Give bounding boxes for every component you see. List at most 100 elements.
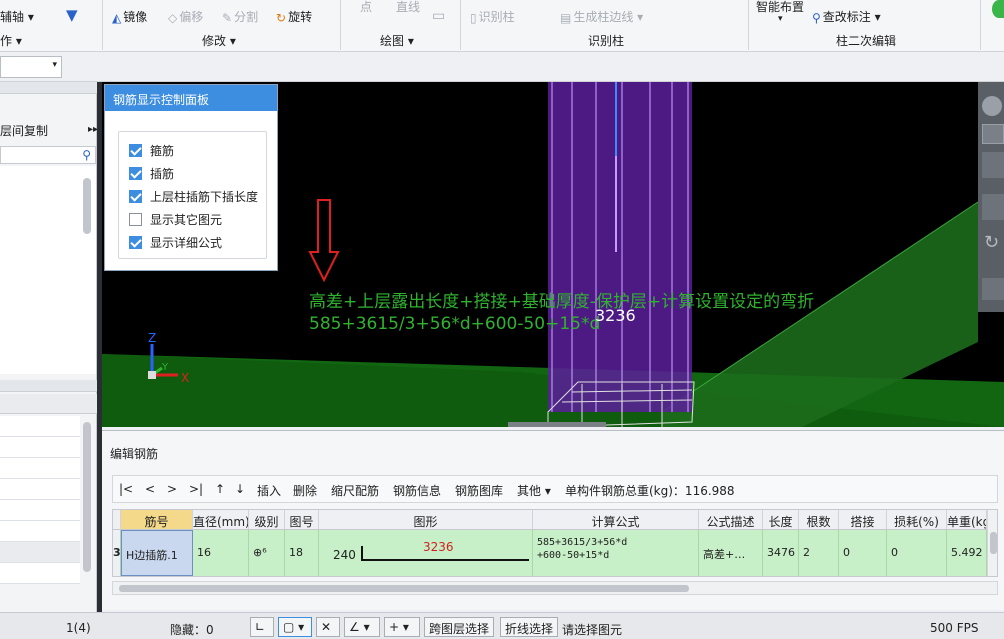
snap-rect-icon[interactable]: ▢ ▾ — [278, 617, 312, 637]
layer-dropdown[interactable]: ▾ — [0, 56, 62, 78]
property-row[interactable] — [0, 563, 80, 584]
smart-layout-button[interactable]: 智能布置 — [756, 0, 804, 15]
2d-view-button[interactable] — [982, 124, 1004, 144]
property-row[interactable] — [0, 542, 80, 563]
formula-text: 高差+上层露出长度+搭接+基础厚度-保护层+计算设置设定的弯折 — [309, 292, 814, 312]
checkbox[interactable] — [129, 236, 142, 249]
viewport-resize-handle[interactable] — [508, 422, 606, 427]
delete-button[interactable]: 删除 — [293, 482, 317, 499]
checkbox[interactable] — [129, 213, 142, 226]
line-button[interactable]: 直线 — [396, 0, 420, 15]
scale-rebar-button[interactable]: 缩尺配筋 — [331, 482, 379, 499]
column-header[interactable]: 图号 — [285, 510, 319, 530]
property-row[interactable] — [0, 416, 80, 437]
edit-rebar-toolbar: |< < > >| ↑ ↓ 插入 删除 缩尺配筋 钢筋信息 钢筋图库 其他 ▾ … — [112, 475, 998, 503]
scrollbar-thumb[interactable] — [990, 532, 997, 554]
property-row[interactable] — [0, 437, 80, 458]
option-show-detailed-formula[interactable]: 显示详细公式 — [129, 234, 222, 252]
page-indicator: 1(4) — [66, 621, 91, 635]
rotate-icon[interactable]: ↻ — [984, 232, 999, 253]
scrollbar-thumb[interactable] — [119, 585, 689, 592]
angle-icon[interactable]: ∠ ▾ — [344, 617, 380, 637]
shape-bar — [361, 559, 529, 561]
cell-description[interactable]: 高差+… — [699, 530, 763, 576]
property-row[interactable] — [0, 500, 80, 521]
point-button[interactable]: 点 — [360, 0, 372, 15]
aux-axis-button[interactable]: 辅轴 ▾ — [0, 8, 34, 25]
draw-group-label[interactable]: 绘图 ▾ — [380, 32, 414, 49]
cell-shape[interactable]: 240 3236 — [319, 530, 533, 576]
cell-name[interactable]: H边插筋.1 — [121, 530, 193, 576]
column-header[interactable]: 根数 — [799, 510, 839, 530]
other-menu[interactable]: 其他 ▾ — [517, 482, 551, 499]
cell-formula[interactable]: 585+3615/3+56*d +600-50+15*d — [533, 530, 699, 576]
property-row[interactable] — [0, 458, 80, 479]
scrollbar-thumb[interactable] — [83, 422, 91, 572]
layer-view-icon[interactable] — [982, 152, 1004, 178]
check-label-button[interactable]: ⚲ 查改标注 ▾ — [812, 8, 881, 25]
scrollbar-thumb[interactable] — [83, 178, 91, 234]
column-header[interactable]: 计算公式 — [533, 510, 699, 530]
user-icon[interactable] — [992, 0, 1004, 18]
horizontal-scrollbar[interactable] — [112, 581, 998, 595]
cell-grade[interactable]: ⊕⁶ — [249, 530, 285, 576]
cell-count[interactable]: 2 — [799, 530, 839, 576]
first-button[interactable]: |< — [119, 482, 133, 496]
prev-button[interactable]: < — [145, 482, 155, 496]
box-view-icon[interactable] — [982, 194, 1004, 220]
column-header[interactable]: 公式描述 — [699, 510, 763, 530]
offset-snap-icon[interactable]: + ▾ — [384, 617, 420, 637]
checkbox[interactable] — [129, 190, 142, 203]
move-up-button[interactable]: ↑ — [215, 482, 225, 496]
mirror-button[interactable]: ◭ 镜像 — [112, 8, 147, 25]
last-button[interactable]: >| — [189, 482, 203, 496]
option-upper-dowel-length[interactable]: 上层柱插筋下插长度 — [129, 188, 258, 206]
cross-floor-select-button[interactable]: 跨图层选择 — [424, 617, 495, 637]
tree-list[interactable] — [0, 166, 96, 374]
option-stirrup[interactable]: 箍筋 — [129, 142, 174, 160]
column-header[interactable]: 搭接 — [839, 510, 887, 530]
copy-between-floors-link[interactable]: 层间复制 — [0, 122, 48, 139]
cell-loss[interactable]: 0 — [887, 530, 947, 576]
rebar-info-button[interactable]: 钢筋信息 — [393, 482, 441, 499]
checkbox[interactable] — [129, 167, 142, 180]
next-button[interactable]: > — [167, 482, 177, 496]
column-header[interactable]: 直径(mm) — [193, 510, 249, 530]
move-down-button[interactable]: ↓ — [235, 482, 245, 496]
column-header[interactable]: 损耗(%) — [887, 510, 947, 530]
cell-diameter[interactable]: 16 — [193, 530, 249, 576]
insert-button[interactable]: 插入 — [257, 482, 281, 499]
offset-button[interactable]: ◇ 偏移 — [168, 8, 203, 25]
column-header[interactable]: 图形 — [319, 510, 533, 530]
chevron-down-icon[interactable]: ▾ — [778, 14, 783, 24]
grid-icon[interactable] — [982, 278, 1004, 300]
property-row[interactable] — [0, 521, 80, 542]
rebar-library-button[interactable]: 钢筋图库 — [455, 482, 503, 499]
split-button[interactable]: ✎ 分割 — [222, 8, 258, 25]
vertical-scrollbar[interactable] — [987, 510, 997, 576]
identify-column-button[interactable]: ▯ 识别柱 — [470, 8, 515, 25]
cell-figure-no[interactable]: 18 — [285, 530, 319, 576]
rotate-button[interactable]: ↻ 旋转 — [276, 8, 312, 25]
checkbox[interactable] — [129, 144, 142, 157]
option-dowel[interactable]: 插筋 — [129, 165, 174, 183]
modify-group-label[interactable]: 修改 ▾ — [202, 32, 236, 49]
cell-length[interactable]: 3476 — [763, 530, 799, 576]
search-input[interactable]: ⚲ — [0, 146, 96, 164]
column-header[interactable]: 长度 — [763, 510, 799, 530]
column-header[interactable]: 筋号 — [121, 510, 193, 530]
polyline-select-button[interactable]: 折线选择 — [500, 617, 559, 637]
property-row[interactable] — [0, 479, 80, 500]
generate-edge-button[interactable]: ▤ 生成柱边线 ▾ — [560, 8, 643, 25]
cross-icon[interactable]: ✕ — [316, 617, 340, 637]
ortho-icon[interactable]: ∟ — [250, 617, 274, 637]
rect-icon[interactable]: ▭ — [432, 8, 445, 24]
cell-overlap[interactable]: 0 — [839, 530, 887, 576]
column-header[interactable]: 单重(kg) — [947, 510, 987, 530]
option-show-other-elements[interactable]: 显示其它图元 — [129, 211, 222, 229]
cell-unit-weight[interactable]: 5.492 — [947, 530, 987, 576]
work-group-label[interactable]: 作 ▾ — [0, 32, 22, 49]
filter-icon[interactable]: ▼ — [66, 6, 78, 24]
column-header[interactable]: 级别 — [249, 510, 285, 530]
view-cube-icon[interactable] — [982, 96, 1002, 116]
